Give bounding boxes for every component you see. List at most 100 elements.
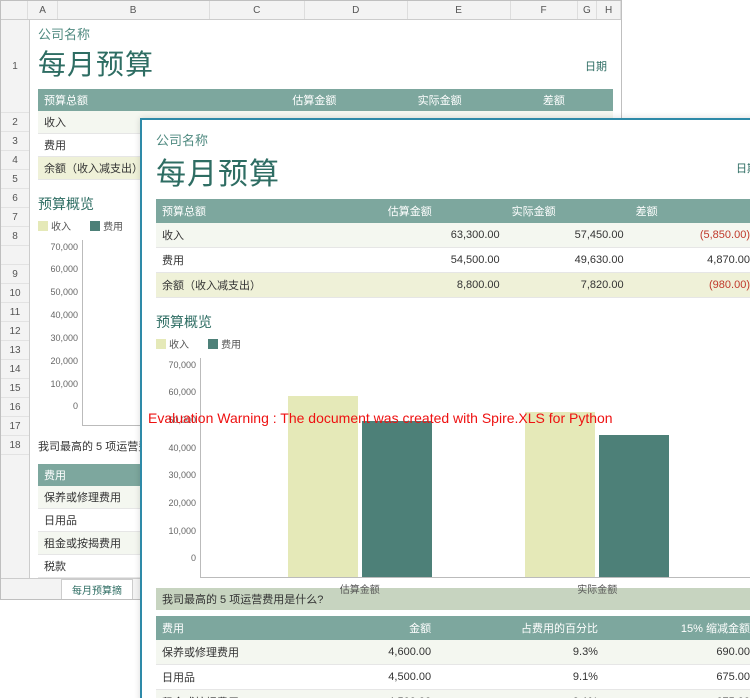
row-headers: 123456789101112131415161718 — [1, 20, 30, 580]
column-header[interactable]: H — [597, 1, 621, 19]
cell: 57,450.00 — [506, 223, 630, 248]
y-tick: 70,000 — [168, 360, 196, 370]
y-tick: 20,000 — [168, 498, 196, 508]
y-tick: 60,000 — [168, 387, 196, 397]
row-header[interactable]: 11 — [1, 303, 29, 322]
column-header[interactable]: B — [58, 1, 210, 19]
col-header: 占费用的百分比 — [437, 616, 604, 640]
cell: 4,870.00 — [630, 248, 750, 273]
col-header: 实际金额 — [412, 89, 537, 111]
legend-swatch-exp — [90, 221, 100, 231]
legend-swatch-rev — [38, 221, 48, 231]
cell: 8,800.00 — [382, 273, 506, 298]
cell: 4,500.00 — [323, 664, 437, 689]
table-row: 收入63,300.0057,450.00(5,850.00) — [156, 223, 750, 248]
row-header[interactable]: 7 — [1, 208, 29, 227]
column-header[interactable]: A — [28, 1, 57, 19]
cell: 63,300.00 — [382, 223, 506, 248]
row-header[interactable]: 5 — [1, 170, 29, 189]
column-header[interactable]: F — [511, 1, 578, 19]
page-title: 每月预算 — [38, 43, 613, 83]
overview-heading: 预算概览 — [156, 312, 750, 332]
row-header[interactable]: 16 — [1, 398, 29, 417]
row-label: 收入 — [156, 223, 382, 248]
bar-group: 实际金额 — [525, 412, 669, 576]
table-row: 保养或修理费用4,600.009.3%690.00 — [156, 640, 750, 665]
legend-swatch-rev — [156, 339, 166, 349]
cell: (5,850.00) — [630, 223, 750, 248]
y-tick: 70,000 — [50, 242, 78, 252]
cell: 日用品 — [156, 664, 323, 689]
table-row: 费用54,500.0049,630.004,870.00 — [156, 248, 750, 273]
cell: 49,630.00 — [506, 248, 630, 273]
row-header[interactable]: 3 — [1, 132, 29, 151]
y-tick: 30,000 — [50, 333, 78, 343]
col-header: 预算总额 — [38, 89, 286, 111]
row-label: 余额（收入减支出） — [156, 273, 382, 298]
summary-table: 预算总额估算金额实际金额差额 收入63,300.0057,450.00(5,85… — [156, 199, 750, 298]
row-header[interactable]: 14 — [1, 360, 29, 379]
cell: 675.00 — [604, 664, 750, 689]
legend-label: 费用 — [221, 336, 241, 351]
expense-heading: 我司最高的 5 项运营费用是什么? — [156, 588, 750, 610]
cell: 690.00 — [604, 640, 750, 665]
row-label: 费用 — [156, 248, 382, 273]
row-header[interactable]: 13 — [1, 341, 29, 360]
row-header[interactable]: 12 — [1, 322, 29, 341]
column-header[interactable]: D — [305, 1, 408, 19]
date-label: 日期 — [585, 58, 607, 74]
column-header[interactable]: G — [578, 1, 598, 19]
col-header: 实际金额 — [506, 199, 630, 223]
y-tick: 10,000 — [168, 526, 196, 536]
chart-legend: 收入 费用 — [156, 336, 750, 352]
y-tick: 50,000 — [50, 287, 78, 297]
column-headers: ABCDEFGH — [1, 1, 621, 20]
bar-exp — [362, 421, 432, 577]
x-label: 估算金额 — [340, 581, 380, 596]
table-row: 日用品4,500.009.1%675.00 — [156, 664, 750, 689]
cell: 9.1% — [437, 664, 604, 689]
cell: 54,500.00 — [382, 248, 506, 273]
cell: 4,500.00 — [323, 689, 437, 698]
page-title: 每月预算 — [156, 149, 750, 193]
row-header[interactable]: 6 — [1, 189, 29, 208]
legend-label: 收入 — [169, 336, 189, 351]
row-header[interactable]: 9 — [1, 265, 29, 284]
company-name: 公司名称 — [38, 24, 613, 43]
row-header[interactable]: 17 — [1, 417, 29, 436]
col-header: 差额 — [630, 199, 750, 223]
row-header[interactable] — [1, 246, 29, 265]
legend-label: 收入 — [51, 218, 71, 233]
preview-window: 公司名称 每月预算 日期 预算总额估算金额实际金额差额 收入63,300.005… — [140, 118, 750, 698]
row-header[interactable]: 10 — [1, 284, 29, 303]
bar-rev — [525, 412, 595, 576]
sheet-tab[interactable]: 每月预算摘 — [61, 579, 133, 599]
row-header[interactable]: 4 — [1, 151, 29, 170]
row-header[interactable]: 18 — [1, 436, 29, 455]
column-header[interactable]: E — [408, 1, 511, 19]
col-header: 预算总额 — [156, 199, 382, 223]
y-tick: 0 — [73, 401, 78, 411]
y-tick: 0 — [191, 553, 196, 563]
expense-table: 费用金额占费用的百分比15% 缩减金额 保养或修理费用4,600.009.3%6… — [156, 616, 750, 698]
column-header[interactable]: C — [210, 1, 305, 19]
legend-swatch-exp — [208, 339, 218, 349]
row-header[interactable]: 2 — [1, 113, 29, 132]
bar-group: 估算金额 — [288, 396, 432, 577]
cell: 租金或按揭费用 — [156, 689, 323, 698]
row-header[interactable]: 15 — [1, 379, 29, 398]
company-name: 公司名称 — [156, 130, 750, 149]
col-header: 估算金额 — [286, 89, 411, 111]
x-label: 实际金额 — [577, 581, 617, 596]
y-tick: 40,000 — [168, 443, 196, 453]
legend-label: 费用 — [103, 218, 123, 233]
y-tick: 50,000 — [168, 415, 196, 425]
row-header[interactable]: 1 — [1, 20, 29, 113]
budget-chart: 70,00060,00050,00040,00030,00020,00010,0… — [156, 358, 750, 578]
table-row: 租金或按揭费用4,500.009.1%675.00 — [156, 689, 750, 698]
row-header[interactable]: 8 — [1, 227, 29, 246]
col-header: 差额 — [537, 89, 613, 111]
cell: 7,820.00 — [506, 273, 630, 298]
col-header: 费用 — [156, 616, 323, 640]
cell: 9.3% — [437, 640, 604, 665]
